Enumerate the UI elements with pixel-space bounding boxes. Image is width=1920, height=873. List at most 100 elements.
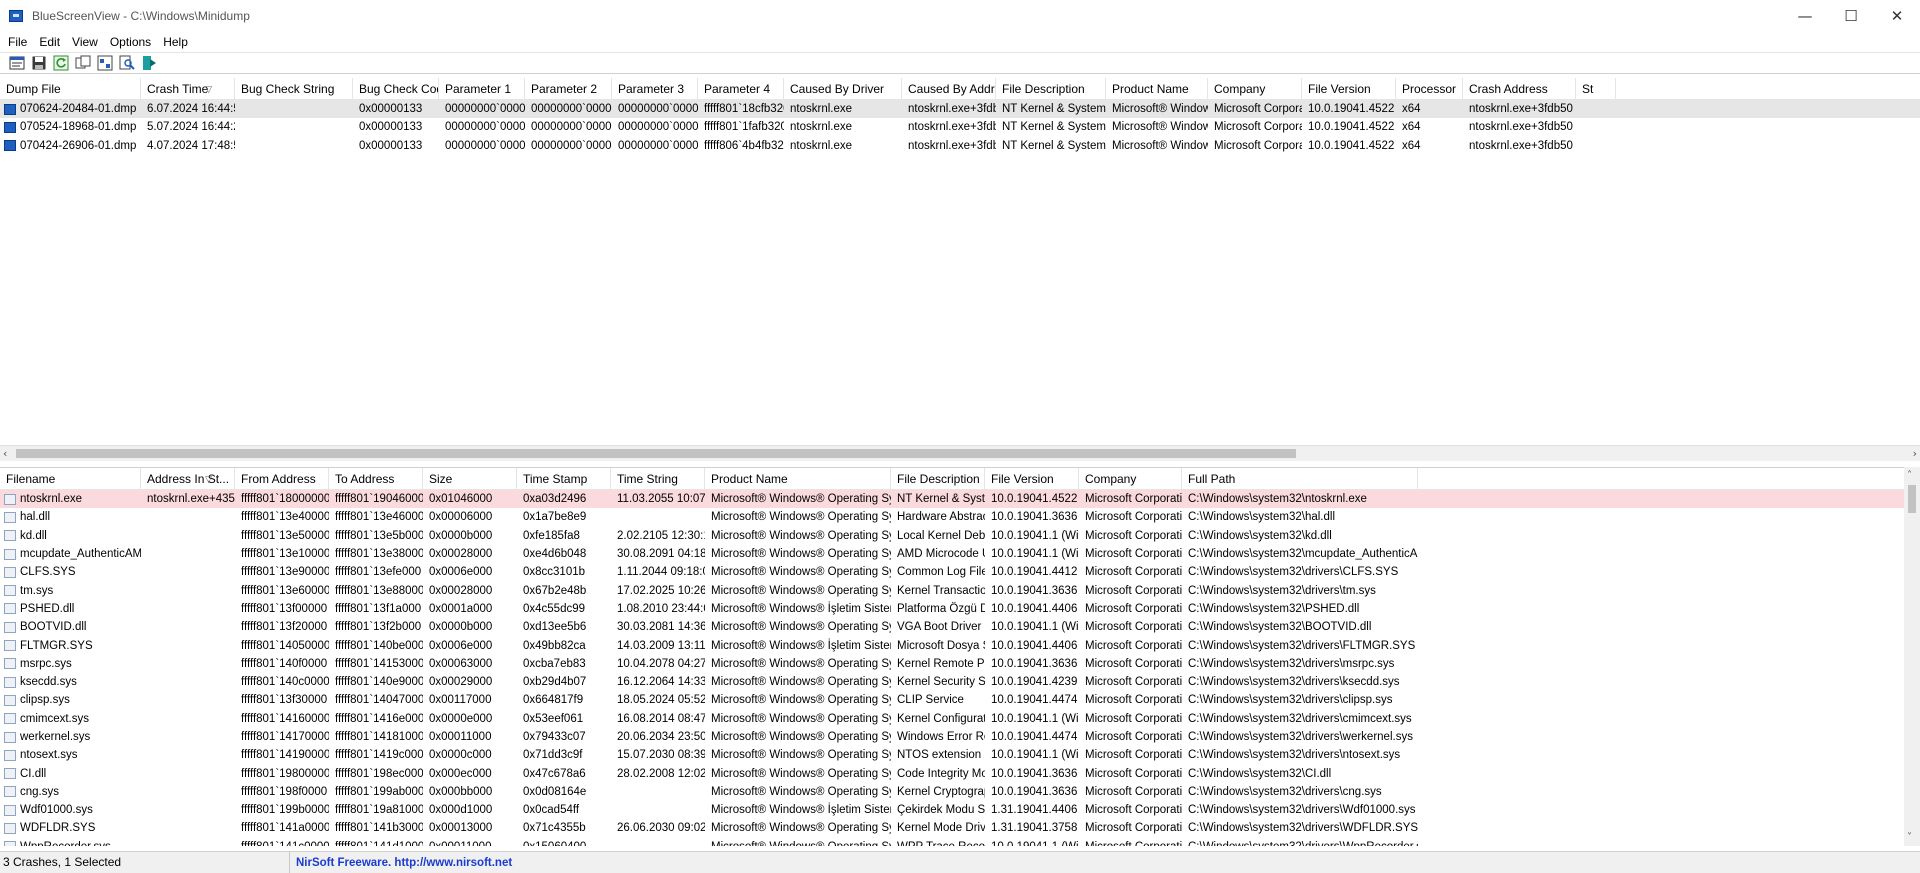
- scroll-right-icon[interactable]: ›: [1913, 446, 1917, 462]
- table-row[interactable]: CI.dll fffff801`19800000 fffff801`198ec000…: [0, 764, 1920, 782]
- module-column-header[interactable]: Time String: [611, 468, 705, 489]
- crash-column-header[interactable]: Product Name: [1106, 78, 1208, 99]
- module-column-header[interactable]: To Address: [329, 468, 423, 489]
- crash-column-header[interactable]: Processor: [1396, 78, 1463, 99]
- cell-text: NT Kernel & System: [1002, 121, 1106, 134]
- exit-icon[interactable]: [140, 55, 158, 71]
- menu-file[interactable]: File: [2, 35, 33, 49]
- table-cell: fffff801`19046000: [329, 490, 423, 508]
- table-row[interactable]: mcupdate_AuthenticAMD.dll fffff801`13e100…: [0, 545, 1920, 563]
- dump-file-icon: [4, 103, 16, 115]
- module-column-header[interactable]: Full Path: [1182, 468, 1418, 489]
- table-row[interactable]: BOOTVID.dll fffff801`13f20000 fffff801`13f…: [0, 618, 1920, 636]
- table-row[interactable]: PSHED.dll fffff801`13f00000 fffff801`13f1a…: [0, 600, 1920, 618]
- table-cell: Kernel Transaction ...: [891, 582, 985, 600]
- crash-column-header[interactable]: Company: [1208, 78, 1302, 99]
- table-row[interactable]: ntosext.sys fffff801`14190000 fffff801`141…: [0, 746, 1920, 764]
- table-cell: fffff806`4b4fb320: [698, 137, 784, 155]
- crash-column-header[interactable]: Parameter 1: [439, 78, 525, 99]
- sort-arrow-icon: ▽: [205, 474, 212, 484]
- table-row[interactable]: cmimcext.sys fffff801`14160000 fffff801`14…: [0, 710, 1920, 728]
- module-column-header[interactable]: File Description: [891, 468, 985, 489]
- crash-column-header[interactable]: Parameter 4: [698, 78, 784, 99]
- crash-column-header[interactable]: File Description: [996, 78, 1106, 99]
- table-row[interactable]: Wdf01000.sys fffff801`199b0000 fffff801`19…: [0, 801, 1920, 819]
- menu-edit[interactable]: Edit: [33, 35, 66, 49]
- table-row[interactable]: ksecdd.sys fffff801`140c0000 fffff801`140e…: [0, 673, 1920, 691]
- table-row[interactable]: tm.sys fffff801`13e60000 fffff801`13e88000…: [0, 581, 1920, 599]
- menu-view[interactable]: View: [66, 35, 104, 49]
- table-cell: Microsoft® Windows® Operating System: [705, 783, 891, 801]
- table-cell: Microsoft® Windows® Operating System: [705, 765, 891, 783]
- table-row[interactable]: WDFLDR.SYS fffff801`141a0000 fffff801`141b…: [0, 819, 1920, 837]
- table-row[interactable]: 070524-18968-01.dmp 5.07.2024 16:44:27 0x0…: [0, 118, 1920, 136]
- scroll-thumb[interactable]: [1908, 485, 1916, 513]
- crash-column-header[interactable]: Crash Time ▽: [141, 78, 235, 99]
- table-cell: 10.0.19041.4474 (W...: [985, 728, 1079, 746]
- crash-column-header[interactable]: Dump File: [0, 78, 141, 99]
- table-row[interactable]: kd.dll fffff801`13e50000 fffff801`13e5b000…: [0, 527, 1920, 545]
- module-column-header[interactable]: File Version: [985, 468, 1079, 489]
- crash-column-header[interactable]: St: [1576, 78, 1616, 99]
- module-column-header[interactable]: Address In St... ▽: [141, 468, 235, 489]
- crash-column-header[interactable]: Bug Check String: [235, 78, 353, 99]
- cell-text: Kernel Mode Drive...: [897, 822, 985, 835]
- table-row[interactable]: msrpc.sys fffff801`140f0000 fffff801`14153…: [0, 655, 1920, 673]
- minimize-button[interactable]: —: [1782, 0, 1828, 32]
- crash-column-header[interactable]: Crash Address: [1463, 78, 1576, 99]
- scroll-thumb[interactable]: [16, 449, 1296, 458]
- crash-column-header[interactable]: Parameter 2: [525, 78, 612, 99]
- table-row[interactable]: CLFS.SYS fffff801`13e90000 fffff801`13efe0…: [0, 563, 1920, 581]
- module-column-header[interactable]: Time Stamp: [517, 468, 611, 489]
- menu-options[interactable]: Options: [104, 35, 157, 49]
- save-icon[interactable]: [30, 55, 48, 71]
- table-cell: 30.03.2081 14:36:22: [611, 618, 705, 636]
- properties-icon[interactable]: [8, 55, 26, 71]
- module-column-header[interactable]: From Address: [235, 468, 329, 489]
- scroll-up-icon[interactable]: ˄: [1907, 470, 1912, 481]
- scroll-left-icon[interactable]: ‹: [3, 446, 7, 462]
- table-row[interactable]: 070624-20484-01.dmp 6.07.2024 16:44:56 0x0…: [0, 100, 1920, 119]
- table-row[interactable]: cng.sys fffff801`198f0000 fffff801`199ab00…: [0, 783, 1920, 801]
- table-row[interactable]: 070424-26906-01.dmp 4.07.2024 17:48:50 0x0…: [0, 137, 1920, 155]
- module-file-icon: [4, 585, 16, 597]
- module-column-header[interactable]: Size: [423, 468, 517, 489]
- maximize-button[interactable]: ☐: [1828, 0, 1874, 32]
- scroll-down-icon[interactable]: ˅: [1907, 832, 1912, 843]
- nirsoft-link[interactable]: NirSoft Freeware. http://www.nirsoft.net: [290, 857, 512, 869]
- table-cell: ntoskrnl.exe: [784, 100, 902, 118]
- copy-icon[interactable]: [74, 55, 92, 71]
- modules-vertical-scrollbar[interactable]: ˄ ˅: [1904, 467, 1920, 846]
- table-row[interactable]: hal.dll fffff801`13e40000 fffff801`13e4600…: [0, 508, 1920, 526]
- find-icon[interactable]: [118, 55, 136, 71]
- module-column-header[interactable]: Product Name: [705, 468, 891, 489]
- close-button[interactable]: ✕: [1874, 0, 1920, 32]
- table-cell: ksecdd.sys: [0, 673, 141, 691]
- crash-column-header[interactable]: Caused By Driver: [784, 78, 902, 99]
- crashes-list[interactable]: Dump File Crash Time ▽ Bug Check String Bug …: [0, 78, 1920, 463]
- module-file-icon: [4, 621, 16, 633]
- cell-text: fffff801`14170000: [241, 731, 329, 743]
- table-row[interactable]: ntoskrnl.exe ntoskrnl.exe+435582 fffff801`…: [0, 490, 1920, 509]
- table-row[interactable]: clipsp.sys fffff801`13f30000 fffff801`1404…: [0, 691, 1920, 709]
- table-cell: 0x000d1000: [423, 801, 517, 819]
- table-row[interactable]: WppRecorder.sys fffff801`141c0000 fffff801…: [0, 838, 1920, 846]
- advanced-options-icon[interactable]: [96, 55, 114, 71]
- table-row[interactable]: werkernel.sys fffff801`14170000 fffff801`1…: [0, 728, 1920, 746]
- crash-column-header[interactable]: File Version: [1302, 78, 1396, 99]
- window-controls: — ☐ ✕: [1782, 0, 1920, 32]
- crashes-horizontal-scrollbar[interactable]: ‹ ›: [0, 445, 1920, 461]
- table-row[interactable]: FLTMGR.SYS fffff801`14050000 fffff801`140b…: [0, 636, 1920, 654]
- modules-list[interactable]: Filename Address In St... ▽ From Address To …: [0, 467, 1920, 846]
- crash-column-header[interactable]: Parameter 3: [612, 78, 698, 99]
- menu-help[interactable]: Help: [157, 35, 194, 49]
- crash-column-header[interactable]: Caused By Address: [902, 78, 996, 99]
- module-column-header[interactable]: Filename: [0, 468, 141, 489]
- table-cell: Microsoft® Windows® Operating System: [705, 746, 891, 764]
- cell-text: fffff801`13e46000: [335, 511, 423, 524]
- module-file-icon: [4, 548, 16, 560]
- module-column-header[interactable]: Company: [1079, 468, 1182, 489]
- crash-column-header[interactable]: Bug Check Code: [353, 78, 439, 99]
- cell-text: clipsp.sys: [20, 694, 70, 707]
- refresh-icon[interactable]: [52, 55, 70, 71]
